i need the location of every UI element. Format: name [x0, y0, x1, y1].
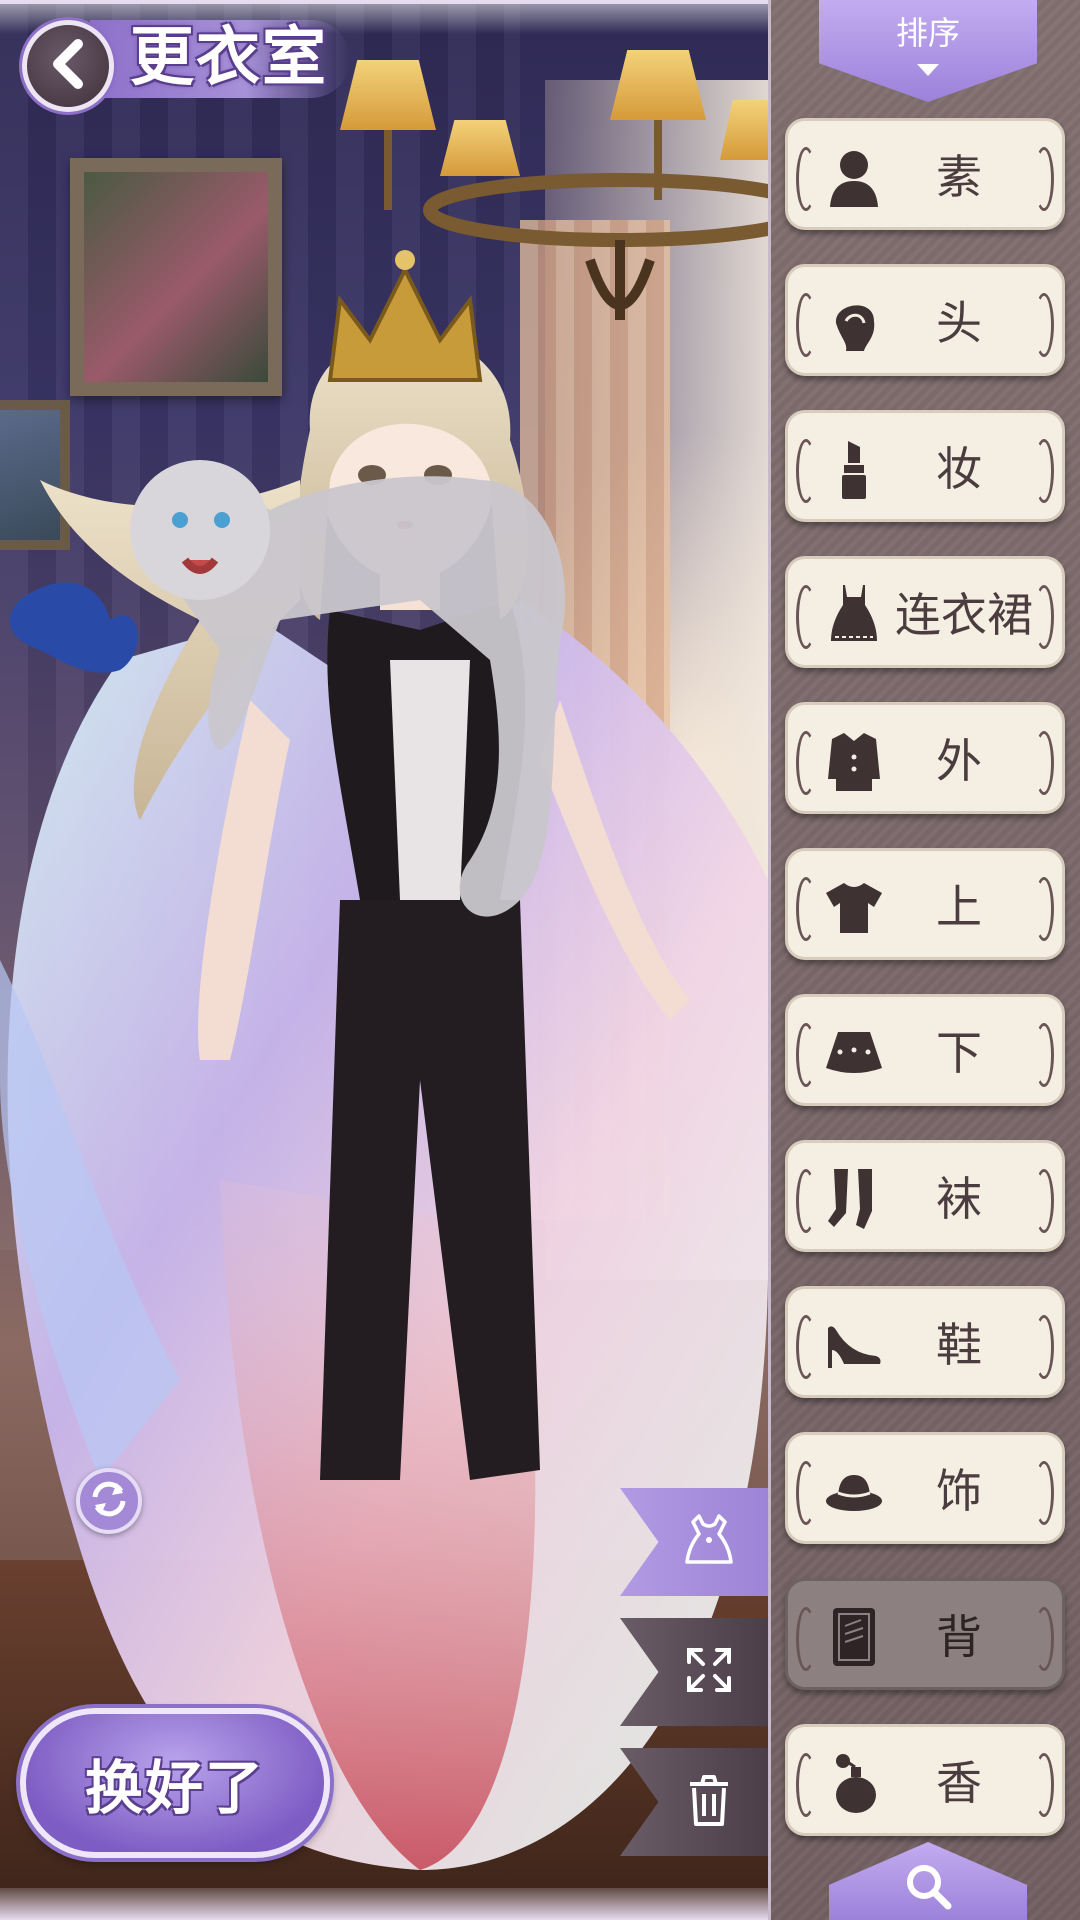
category-bottoms[interactable]: 下装 [785, 994, 1065, 1192]
rotate-icon [87, 1477, 131, 1525]
socks-icon [824, 1169, 884, 1229]
bottom-ornament-frame [0, 1888, 768, 1920]
hair-icon [824, 293, 884, 353]
category-hair[interactable]: 头发 [785, 264, 1065, 462]
category-label: 素体 [936, 150, 1012, 316]
perfume-icon [824, 1753, 884, 1813]
trash-icon [684, 1772, 734, 1832]
category-label: 饰品 [936, 1464, 1012, 1630]
category-label: 上衣 [936, 880, 1012, 1046]
category-label: 袜子 [936, 1172, 1012, 1338]
category-socks[interactable]: 袜子 [785, 1140, 1065, 1338]
category-label: 妆容 [936, 442, 1012, 608]
category-shoes[interactable]: 鞋子 [785, 1286, 1065, 1484]
category-coat[interactable]: 外套 [785, 702, 1065, 900]
skirt-icon [824, 1023, 884, 1083]
category-body[interactable]: 素体 [785, 118, 1065, 316]
dress-outline-icon [679, 1510, 739, 1574]
top-icon [824, 877, 884, 937]
expand-icon [683, 1644, 735, 1700]
done-button-label: 换好了 [84, 1754, 265, 1822]
done-button[interactable]: 换好了 [20, 1708, 330, 1858]
category-label: 下装 [936, 1026, 1012, 1192]
category-top[interactable]: 上衣 [785, 848, 1065, 1046]
body-silhouette-icon [824, 147, 884, 207]
category-dress[interactable]: 连衣裙 [785, 556, 1065, 668]
category-panel: 排序 素体 头发 妆容 连衣裙 外套 [768, 0, 1080, 1920]
sort-label: 排序 [895, 14, 960, 52]
hat-icon [824, 1461, 884, 1521]
category-perfume[interactable]: 香水 [785, 1724, 1065, 1920]
category-label: 背景 [936, 1610, 1012, 1776]
category-accessories[interactable]: 饰品 [785, 1432, 1065, 1630]
caret-down-icon [917, 64, 939, 76]
category-label: 外套 [936, 734, 1012, 900]
high-heel-icon [824, 1315, 884, 1375]
category-label: 香水 [936, 1756, 1012, 1920]
chevron-left-icon [46, 38, 90, 94]
category-label: 鞋子 [936, 1318, 1012, 1484]
coat-icon [824, 731, 884, 791]
category-background[interactable]: 背景 [785, 1578, 1065, 1776]
lipstick-icon [824, 439, 884, 499]
dress-icon [824, 585, 884, 645]
category-label: 连衣裙 [895, 588, 1033, 642]
rotate-button[interactable] [76, 1468, 142, 1534]
category-label: 头发 [936, 296, 1012, 462]
background-icon [824, 1607, 884, 1667]
page-title: 更衣室 [130, 20, 328, 95]
back-button[interactable] [22, 20, 114, 112]
category-makeup[interactable]: 妆容 [785, 410, 1065, 608]
search-icon [902, 1860, 954, 1916]
